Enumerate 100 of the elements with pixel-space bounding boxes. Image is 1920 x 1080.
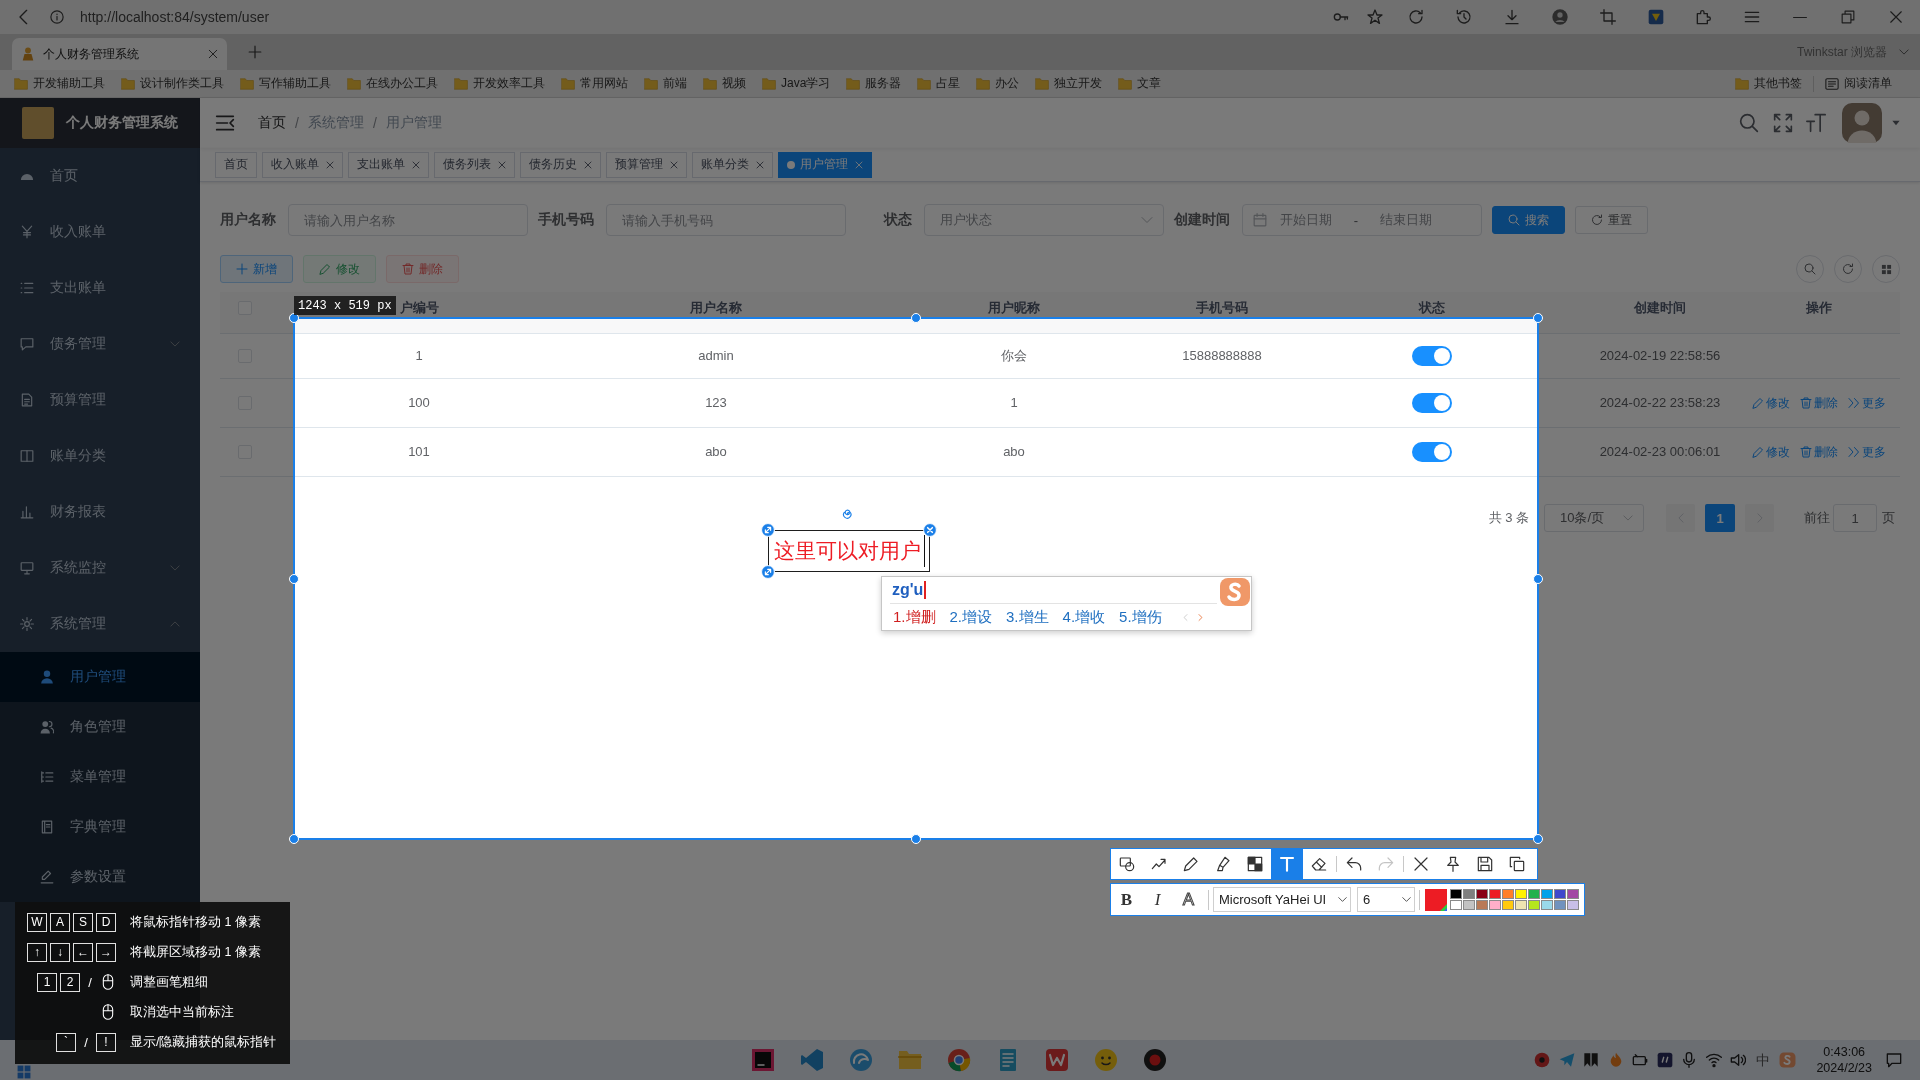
page-number-button[interactable]: 1	[1705, 504, 1735, 532]
battery-icon[interactable]	[1632, 1052, 1649, 1068]
bookmark-folder[interactable]: 前端	[644, 75, 687, 92]
caret-down-icon[interactable]	[1892, 119, 1900, 127]
sidebar-item[interactable]: 财务报表	[0, 484, 200, 540]
bookmark-folder[interactable]: Java学习	[762, 75, 831, 92]
resize-arrows-icon[interactable]	[761, 565, 775, 579]
font-size-icon[interactable]	[1806, 113, 1826, 133]
search-icon[interactable]	[1739, 113, 1759, 133]
close-icon[interactable]	[208, 49, 218, 59]
speaker-icon[interactable]	[1730, 1052, 1747, 1068]
color-swatch-icon[interactable]	[1450, 900, 1462, 910]
code-editor-app-icon[interactable]	[800, 1048, 824, 1072]
ime-candidate[interactable]: 2.增设	[949, 607, 993, 627]
close-icon[interactable]	[326, 160, 334, 169]
input-mode-indicator[interactable]: 中	[1754, 1052, 1771, 1068]
ime-candidate[interactable]: 4.增收	[1062, 607, 1106, 627]
swirl-app-icon[interactable]	[849, 1048, 873, 1072]
resize-handle-icon[interactable]	[1533, 313, 1543, 323]
ime-candidate[interactable]: 5.增伤	[1119, 607, 1162, 627]
minimize-icon[interactable]	[1793, 15, 1807, 19]
page-tab[interactable]: 首页	[215, 151, 257, 178]
sidebar-subitem[interactable]: 菜单管理	[0, 752, 200, 802]
bookmark-folder[interactable]: 办公	[976, 75, 1020, 92]
page-tab[interactable]: 账单分类	[692, 151, 773, 178]
color-swatch-icon[interactable]	[1450, 889, 1462, 899]
color-swatch-icon[interactable]	[1489, 900, 1501, 910]
color-swatch-icon[interactable]	[1567, 889, 1579, 899]
bookmark-folder[interactable]: 视频	[703, 75, 746, 92]
bookmark-folder[interactable]: 服务器	[846, 75, 902, 92]
ime-candidate[interactable]: 3.增生	[1006, 607, 1049, 627]
sidebar-subitem[interactable]: 用户管理	[0, 652, 200, 702]
resize-handle-icon[interactable]	[289, 573, 299, 584]
record-app-icon[interactable]	[1143, 1048, 1167, 1072]
toggle-switch[interactable]	[1411, 393, 1452, 413]
restore-icon[interactable]	[1841, 10, 1855, 24]
color-swatch-icon[interactable]	[1476, 889, 1488, 899]
page-tab[interactable]: 预算管理	[606, 151, 687, 178]
extension-icon[interactable]	[1648, 9, 1664, 25]
sidebar-item[interactable]: 首页	[0, 148, 200, 204]
sidebar-item[interactable]: 账单分类	[0, 428, 200, 484]
address-field[interactable]: http://localhost:84/system/user	[80, 9, 1324, 25]
outline-text-button[interactable]: A	[1173, 884, 1204, 915]
add-button[interactable]: 新增	[220, 255, 293, 283]
bookmark-folder[interactable]: 在线办公工具	[347, 75, 438, 92]
reload-icon[interactable]	[1408, 9, 1424, 25]
color-swatch-icon[interactable]	[1528, 900, 1540, 910]
puzzle-icon[interactable]	[1696, 9, 1712, 25]
ime-candidate[interactable]: 1.增删	[893, 607, 936, 627]
close-icon[interactable]	[756, 160, 764, 169]
smiley-app-icon[interactable]	[1094, 1048, 1118, 1072]
ime-logo-icon[interactable]	[1779, 1052, 1797, 1068]
avatar-icon[interactable]	[1842, 103, 1882, 143]
color-swatch-icon[interactable]	[1502, 900, 1514, 910]
bookmark-folder[interactable]: 其他书签	[1735, 75, 1802, 92]
sidebar-subitem[interactable]: 字典管理	[0, 802, 200, 852]
close-icon[interactable]	[412, 160, 420, 169]
menu-fold-icon[interactable]	[215, 113, 235, 133]
delete-handle-icon[interactable]	[923, 523, 937, 537]
bold-button[interactable]: B	[1111, 884, 1142, 915]
menu-icon[interactable]	[1744, 9, 1760, 25]
quote-app-icon[interactable]	[1656, 1052, 1673, 1068]
columns-button[interactable]	[1872, 255, 1900, 283]
microphone-icon[interactable]	[1681, 1052, 1698, 1068]
star-icon[interactable]	[1367, 9, 1383, 25]
sidebar-subitem[interactable]: 参数设置	[0, 852, 200, 902]
resize-handle-icon[interactable]	[1533, 573, 1543, 584]
notification-icon[interactable]	[1886, 1052, 1902, 1068]
browser-tab[interactable]: 个人财务管理系统	[12, 38, 227, 70]
start-icon[interactable]	[17, 1065, 31, 1079]
page-tab[interactable]: 债务历史	[520, 151, 601, 178]
toggle-search-button[interactable]	[1796, 255, 1824, 283]
close-icon[interactable]	[1889, 10, 1903, 24]
download-icon[interactable]	[1504, 9, 1520, 25]
resize-handle-icon[interactable]	[911, 313, 921, 323]
edit-link[interactable]: 修改	[1751, 440, 1790, 464]
color-swatch-icon[interactable]	[1554, 889, 1566, 899]
resize-handle-icon[interactable]	[1533, 834, 1543, 844]
bookmark-pair-icon[interactable]	[1583, 1052, 1600, 1068]
bookmark-folder[interactable]: 常用网站	[561, 75, 628, 92]
color-swatch-icon[interactable]	[1515, 900, 1527, 910]
bookmark-folder[interactable]: 占星	[917, 75, 961, 92]
edit-link[interactable]: 修改	[1751, 391, 1790, 415]
color-swatch-icon[interactable]	[1541, 900, 1553, 910]
sidebar-item[interactable]: 债务管理	[0, 316, 200, 372]
page-number-input[interactable]: 1	[1833, 504, 1877, 532]
color-swatch-icon[interactable]	[1463, 889, 1475, 899]
more-link[interactable]: 更多	[1847, 440, 1886, 464]
record-dot-icon[interactable]	[1534, 1052, 1551, 1068]
color-swatch-icon[interactable]	[1463, 900, 1475, 910]
office-app-icon[interactable]	[1045, 1048, 1069, 1072]
history-icon[interactable]	[1456, 9, 1472, 25]
sidebar-item[interactable]: 收入账单	[0, 204, 200, 260]
reset-button[interactable]: 重置	[1575, 206, 1648, 234]
page-tab[interactable]: 支出账单	[348, 151, 429, 178]
color-swatch-icon[interactable]	[1528, 889, 1540, 899]
color-swatch-icon[interactable]	[1489, 889, 1501, 899]
fullscreen-icon[interactable]	[1773, 113, 1793, 133]
wifi-icon[interactable]	[1705, 1052, 1722, 1068]
page-size-select[interactable]: 10条/页	[1544, 504, 1644, 532]
